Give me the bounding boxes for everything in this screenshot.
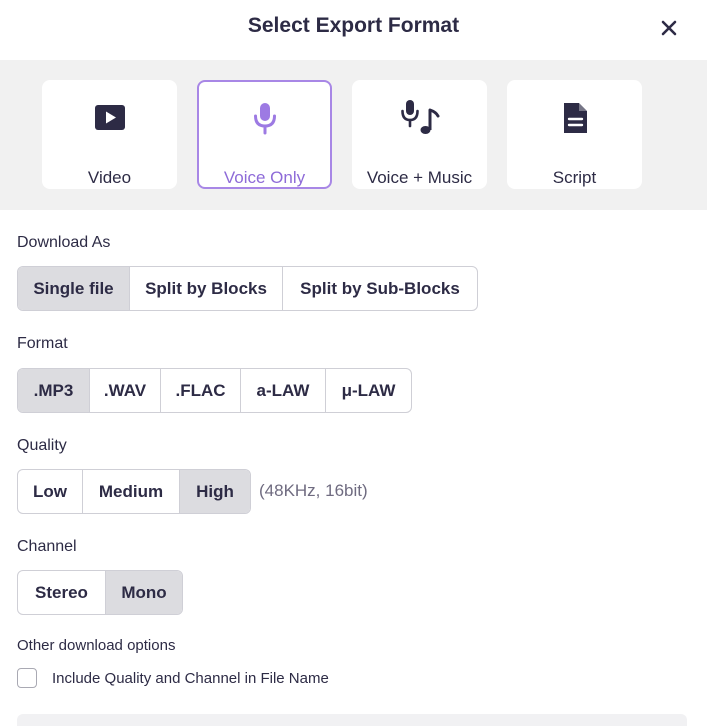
- quality-option-high[interactable]: High: [180, 470, 250, 513]
- other-options-label: Other download options: [17, 637, 176, 654]
- format-option-a-law[interactable]: a-LAW: [241, 369, 326, 412]
- download-option-split-blocks[interactable]: Split by Blocks: [130, 267, 283, 310]
- channel-option-stereo[interactable]: Stereo: [18, 571, 106, 614]
- export-format-selector: Video Voice Only Voice + Music Script: [0, 60, 707, 210]
- download-option-split-sub-blocks[interactable]: Split by Sub-Blocks: [283, 267, 477, 310]
- format-card-label: Voice Only: [223, 168, 306, 187]
- microphone-music-note-icon: [398, 100, 442, 136]
- audio-format-segmented-control: .MP3 .WAV .FLAC a-LAW μ-LAW: [17, 368, 412, 413]
- quality-description: (48KHz, 16bit): [259, 481, 368, 500]
- format-card-label: Voice + Music: [366, 168, 473, 187]
- dialog-footer: [17, 714, 687, 726]
- download-as-segmented-control: Single file Split by Blocks Split by Sub…: [17, 266, 478, 311]
- dialog-title: Select Export Format: [247, 14, 460, 37]
- close-icon[interactable]: [657, 16, 681, 40]
- channel-label: Channel: [17, 538, 77, 555]
- format-label: Format: [17, 335, 68, 352]
- format-card-video[interactable]: Video: [42, 80, 177, 189]
- quality-option-medium[interactable]: Medium: [83, 470, 180, 513]
- dialog-header: Select Export Format: [0, 0, 707, 60]
- format-option-mu-law[interactable]: μ-LAW: [326, 369, 411, 412]
- format-card-voice-only[interactable]: Voice Only: [197, 80, 332, 189]
- channel-segmented-control: Stereo Mono: [17, 570, 183, 615]
- include-quality-channel-checkbox[interactable]: [17, 668, 37, 688]
- microphone-icon: [245, 100, 285, 136]
- quality-option-low[interactable]: Low: [18, 470, 83, 513]
- format-card-label: Video: [87, 168, 132, 187]
- format-card-label: Script: [552, 168, 597, 187]
- format-option-flac[interactable]: .FLAC: [161, 369, 241, 412]
- format-card-script[interactable]: Script: [507, 80, 642, 189]
- format-option-mp3[interactable]: .MP3: [18, 369, 90, 412]
- quality-label: Quality: [17, 437, 67, 454]
- channel-option-mono[interactable]: Mono: [106, 571, 182, 614]
- quality-segmented-control: Low Medium High: [17, 469, 251, 514]
- document-icon: [555, 100, 595, 136]
- include-quality-channel-label[interactable]: Include Quality and Channel in File Name: [52, 670, 329, 687]
- video-play-icon: [90, 100, 130, 136]
- format-option-wav[interactable]: .WAV: [90, 369, 161, 412]
- download-option-single-file[interactable]: Single file: [18, 267, 130, 310]
- format-card-voice-music[interactable]: Voice + Music: [352, 80, 487, 189]
- download-as-label: Download As: [17, 234, 111, 251]
